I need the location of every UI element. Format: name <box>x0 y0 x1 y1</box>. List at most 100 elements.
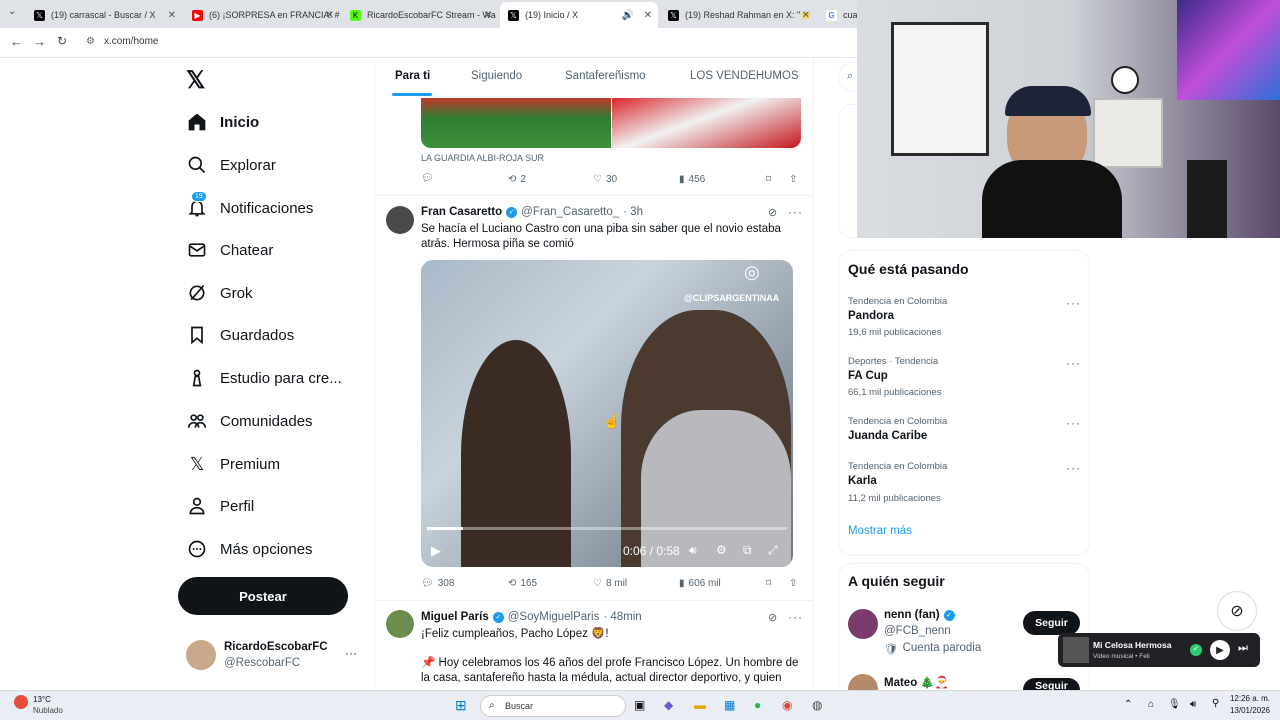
more-icon[interactable]: ··· <box>1066 416 1081 430</box>
avatar[interactable] <box>186 640 216 670</box>
tweet-image[interactable] <box>612 98 801 148</box>
close-icon[interactable]: ✕ <box>802 10 810 21</box>
more-icon[interactable]: ··· <box>788 205 803 219</box>
clock-time[interactable]: 12:26 a. m. <box>1228 694 1270 703</box>
avatar[interactable] <box>386 610 414 638</box>
suggestion-name[interactable]: Mateo 🎄🎅 <box>884 675 949 689</box>
tab-santaferenismo[interactable]: Santafereñismo <box>565 70 646 82</box>
sidebar-item-mas-opciones[interactable]: Más opciones <box>186 534 313 564</box>
network-icon[interactable]: ⌂ <box>1148 699 1154 710</box>
media-control-popup[interactable]: Mi Celosa Hermosa Video musical • Feli ✓… <box>1058 633 1260 667</box>
tab-siguiendo[interactable]: Siguiendo <box>471 70 522 82</box>
author-handle[interactable]: @Fran_Casaretto_ <box>521 206 619 218</box>
weather-temp[interactable]: 13°C <box>33 695 51 704</box>
sidebar-item-chatear[interactable]: Chatear <box>186 235 273 265</box>
share-button[interactable]: ⇧ <box>789 174 797 185</box>
sidebar-item-explorar[interactable]: Explorar <box>186 150 276 180</box>
grok-icon[interactable]: ⊘ <box>768 611 777 624</box>
follow-button[interactable]: Seguir <box>1023 611 1080 635</box>
wifi-icon[interactable]: ⚲ <box>1212 698 1219 709</box>
reload-icon[interactable]: ↻ <box>57 34 67 48</box>
more-icon[interactable]: ··· <box>1066 356 1081 370</box>
app-icon[interactable]: ◍ <box>812 698 822 712</box>
microphone-icon[interactable]: 🎙︎ <box>1168 699 1181 710</box>
chrome-icon[interactable]: ◉ <box>782 698 792 712</box>
tweet-image[interactable] <box>421 98 611 148</box>
close-icon[interactable]: ✕ <box>484 10 492 21</box>
tab-los-vendehumos[interactable]: LOS VENDEHUMOS <box>690 70 799 82</box>
bookmark-button[interactable]: ⌑ <box>766 578 771 589</box>
author-name[interactable]: Fran Casaretto <box>421 206 502 218</box>
spotify-icon[interactable]: ● <box>754 698 761 712</box>
back-icon[interactable]: ← <box>10 34 23 49</box>
suggestion-name[interactable]: nenn (fan) <box>884 609 940 621</box>
settings-icon[interactable]: ⚙ <box>716 543 727 557</box>
browser-tab[interactable]: 𝕏 (19) Reshad Rahman en X: "⭐ ✕ <box>660 4 816 26</box>
sidebar-item-premium[interactable]: 𝕏 Premium <box>186 449 280 479</box>
views-button[interactable]: ▮ 606 mil <box>679 578 721 589</box>
tweet-time[interactable]: · 3h <box>623 206 643 218</box>
tab-para-ti[interactable]: Para ti <box>395 70 430 82</box>
url-field[interactable]: x.com/home <box>104 36 158 47</box>
more-icon[interactable]: ··· <box>1066 461 1081 475</box>
sidebar-item-perfil[interactable]: Perfil <box>186 491 254 521</box>
copilot-icon[interactable]: ◆ <box>664 698 673 712</box>
retweet-button[interactable]: ⟲ 2 <box>508 174 526 185</box>
account-more-icon[interactable]: ··· <box>345 646 357 660</box>
fullscreen-icon[interactable]: ⤢ <box>768 543 778 558</box>
sidebar-item-guardados[interactable]: Guardados <box>186 320 294 350</box>
browser-tab-active[interactable]: 𝕏 (19) Inicio / X 🔊 ✕ <box>500 2 658 28</box>
trend-name[interactable]: Pandora <box>848 310 894 322</box>
tray-chevron-icon[interactable]: ⌃ <box>1124 699 1132 710</box>
share-button[interactable]: ⇧ <box>789 578 797 589</box>
like-button[interactable]: ♡ 8 mil <box>593 578 627 589</box>
store-icon[interactable]: ▦ <box>724 698 735 712</box>
speaker-icon[interactable]: 🔊 <box>622 10 634 21</box>
close-icon[interactable]: ✕ <box>326 10 334 21</box>
task-view-icon[interactable]: ▣ <box>634 698 645 712</box>
volume-icon[interactable]: 🔊︎ <box>1190 699 1196 710</box>
browser-tab[interactable]: K RicardoEscobarFC Stream - Wa ✕ <box>342 4 498 26</box>
trend-name[interactable]: Juanda Caribe <box>848 430 927 442</box>
follow-button[interactable]: Seguir <box>1023 678 1080 690</box>
bookmark-button[interactable]: ⌑ <box>766 174 771 185</box>
sidebar-item-grok[interactable]: Grok <box>186 278 253 308</box>
forward-icon[interactable]: → <box>33 34 46 49</box>
taskbar-search[interactable]: ⌕ Buscar <box>480 695 626 717</box>
browser-tab[interactable]: ▶ (6) ¡SORPRESA en FRANCIA! #P ✕ <box>184 4 340 26</box>
clock-date[interactable]: 13/01/2026 <box>1228 706 1270 715</box>
grok-icon[interactable]: ⊘ <box>768 206 777 219</box>
more-icon[interactable]: ··· <box>1066 296 1081 310</box>
show-more-link[interactable]: Mostrar más <box>848 525 912 537</box>
play-icon[interactable]: ▶ <box>1210 640 1230 660</box>
sidebar-item-comunidades[interactable]: Comunidades <box>186 406 313 436</box>
close-icon[interactable]: ✕ <box>644 10 652 21</box>
trend-name[interactable]: FA Cup <box>848 370 888 382</box>
next-track-icon[interactable]: ⏭ <box>1238 642 1248 655</box>
views-button[interactable]: ▮ 456 <box>679 174 705 185</box>
avatar[interactable] <box>386 206 414 234</box>
reply-button[interactable]: 💬︎ 308 <box>421 578 454 589</box>
file-explorer-icon[interactable]: ▬ <box>694 698 706 712</box>
trend-name[interactable]: Karla <box>848 475 877 487</box>
reply-button[interactable]: 💬︎ <box>421 173 434 184</box>
grok-float-button[interactable]: ⊘ <box>1217 591 1257 631</box>
browser-tab[interactable]: G cuan <box>818 4 858 26</box>
pip-icon[interactable]: ⧉ <box>743 543 752 558</box>
retweet-button[interactable]: ⟲ 165 <box>508 578 537 589</box>
sidebar-item-inicio[interactable]: Inicio <box>186 107 259 137</box>
windows-start-icon[interactable]: ⊞ <box>455 697 467 714</box>
post-button[interactable]: Postear <box>178 577 348 615</box>
volume-icon[interactable]: 🔊︎ <box>689 543 697 558</box>
more-icon[interactable]: ··· <box>788 610 803 624</box>
sidebar-item-estudio[interactable]: Estudio para cre... <box>186 363 342 393</box>
browser-tab[interactable]: 𝕏 (19) carrascal - Buscar / X ✕ <box>26 4 182 26</box>
avatar[interactable] <box>848 609 878 639</box>
video-progress-track[interactable] <box>427 527 787 530</box>
tab-search-chevron-icon[interactable]: ⌄ <box>8 6 16 17</box>
site-info-icon[interactable]: ⚙ <box>86 36 95 47</box>
like-button[interactable]: ♡ 30 <box>593 174 617 185</box>
x-logo-icon[interactable]: 𝕏 <box>186 66 205 95</box>
author-handle[interactable]: @SoyMiguelParis <box>508 611 600 623</box>
close-icon[interactable]: ✕ <box>168 10 176 21</box>
